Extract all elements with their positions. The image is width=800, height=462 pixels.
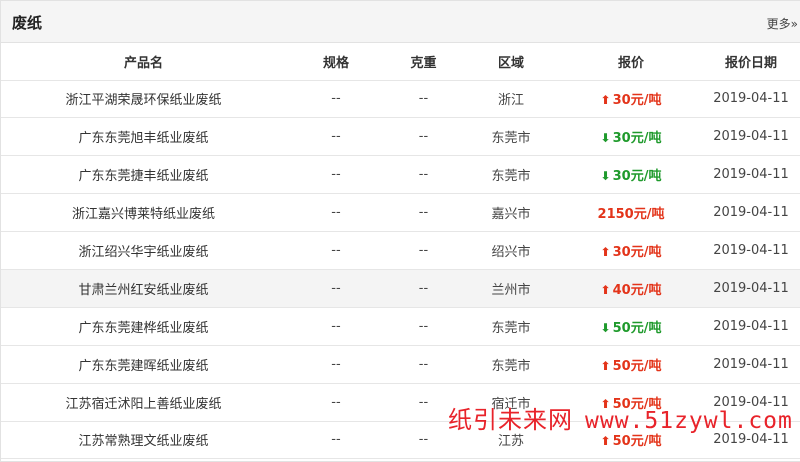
region-cell: 东莞市 xyxy=(461,345,561,384)
date-cell: 2019-04-11 xyxy=(701,80,800,119)
product-name-cell[interactable]: 广东东莞捷丰纸业废纸 xyxy=(1,155,286,195)
spec-cell: -- xyxy=(286,155,386,195)
price-value: 50元/吨 xyxy=(612,358,662,374)
price-value: 30元/吨 xyxy=(612,245,662,260)
price-cell: ⬆ 40元/吨 xyxy=(561,269,701,308)
spec-cell: -- xyxy=(286,117,386,157)
weight-cell: -- xyxy=(386,231,461,270)
price-cell: ⬆ 30元/吨 xyxy=(561,80,701,119)
price-cell: ⬇ 30元/吨 xyxy=(561,117,701,157)
table-row[interactable]: 广东东莞捷丰纸业废纸 -- -- 东莞市 ⬇ 30元/吨 2019-04-11 xyxy=(1,155,800,195)
spec-cell: -- xyxy=(286,269,386,308)
arrow-down-icon: ⬇ xyxy=(600,169,611,184)
arrow-up-icon: ⬆ xyxy=(600,282,611,297)
arrow-down-icon: ⬇ xyxy=(600,131,611,146)
region-cell: 绍兴市 xyxy=(461,231,561,270)
date-cell: 2019-04-11 xyxy=(701,193,800,233)
region-cell: 浙江 xyxy=(461,80,561,119)
weight-cell: -- xyxy=(386,307,461,346)
column-header-region: 区域 xyxy=(461,43,561,81)
price-value: 50元/吨 xyxy=(612,434,662,450)
watermark: 纸引未来网 www.51zywl.com xyxy=(448,400,793,435)
arrow-up-icon: ⬆ xyxy=(600,93,611,108)
table-row[interactable]: 浙江绍兴华宇纸业废纸 -- -- 绍兴市 ⬆ 30元/吨 2019-04-11 xyxy=(1,231,800,270)
panel-title: 废纸 xyxy=(12,14,43,32)
column-header-spec: 规格 xyxy=(286,43,386,81)
product-name-cell[interactable]: 浙江嘉兴博莱特纸业废纸 xyxy=(1,193,286,233)
date-cell: 2019-04-11 xyxy=(701,155,800,195)
table-row[interactable]: 甘肃兰州红安纸业废纸 -- -- 兰州市 ⬆ 40元/吨 2019-04-11 xyxy=(1,269,800,308)
region-cell: 东莞市 xyxy=(461,155,561,195)
table-row[interactable]: 浙江嘉兴博莱特纸业废纸 -- -- 嘉兴市 2150元/吨 2019-04-11 xyxy=(1,193,800,233)
spec-cell: -- xyxy=(286,383,386,422)
arrow-up-icon: ⬆ xyxy=(600,434,611,449)
spec-cell: -- xyxy=(286,231,386,270)
weight-cell: -- xyxy=(386,345,461,384)
price-cell: ⬇ 50元/吨 xyxy=(561,307,701,346)
watermark-site-name: 纸引未来网 xyxy=(448,406,573,434)
price-cell: ⬆ 30元/吨 xyxy=(561,231,701,270)
price-cell: ⬇ 30元/吨 xyxy=(561,155,701,195)
price-value: 30元/吨 xyxy=(612,169,662,185)
weight-cell: -- xyxy=(386,269,461,308)
product-name-cell[interactable]: 江苏常熟理文纸业废纸 xyxy=(1,421,286,460)
date-cell: 2019-04-11 xyxy=(701,307,800,346)
more-link[interactable]: 更多» xyxy=(767,15,798,32)
region-cell: 兰州市 xyxy=(461,269,561,308)
price-value: 30元/吨 xyxy=(612,131,662,147)
table-row[interactable]: 广东东莞旭丰纸业废纸 -- -- 东莞市 ⬇ 30元/吨 2019-04-11 xyxy=(1,117,800,157)
price-value: 2150元/吨 xyxy=(597,207,665,223)
table-row[interactable]: 广东东莞建晖纸业废纸 -- -- 东莞市 ⬆ 50元/吨 2019-04-11 xyxy=(1,345,800,384)
region-cell: 东莞市 xyxy=(461,117,561,157)
panel-header: 废纸 更多» xyxy=(1,1,800,43)
date-cell: 2019-04-11 xyxy=(701,117,800,157)
product-name-cell[interactable]: 广东东莞旭丰纸业废纸 xyxy=(1,117,286,157)
date-cell: 2019-04-11 xyxy=(701,269,800,308)
region-cell: 东莞市 xyxy=(461,307,561,346)
price-table: 产品名 规格 克重 区域 报价 报价日期 浙江平湖荣晟环保纸业废纸 -- -- 浙江 ⬆… xyxy=(1,43,800,460)
column-header-date: 报价日期 xyxy=(701,43,800,81)
spec-cell: -- xyxy=(286,421,386,460)
table-row[interactable]: 浙江平湖荣晟环保纸业废纸 -- -- 浙江 ⬆ 30元/吨 2019-04-11 xyxy=(1,80,800,119)
watermark-url: www.51zywl.com xyxy=(585,408,793,434)
weight-cell: -- xyxy=(386,80,461,119)
weight-cell: -- xyxy=(386,193,461,233)
column-header-price: 报价 xyxy=(561,43,701,81)
arrow-down-icon: ⬇ xyxy=(600,320,611,335)
arrow-up-icon: ⬆ xyxy=(600,245,611,259)
weight-cell: -- xyxy=(386,117,461,157)
weight-cell: -- xyxy=(386,155,461,195)
spec-cell: -- xyxy=(286,345,386,384)
price-cell: ⬆ 50元/吨 xyxy=(561,345,701,384)
price-value: 50元/吨 xyxy=(612,320,662,336)
date-cell: 2019-04-11 xyxy=(701,345,800,384)
product-name-cell[interactable]: 江苏宿迁沭阳上善纸业废纸 xyxy=(1,383,286,422)
price-cell: 2150元/吨 xyxy=(561,193,701,233)
region-cell: 嘉兴市 xyxy=(461,193,561,233)
column-header-weight: 克重 xyxy=(386,43,461,81)
spec-cell: -- xyxy=(286,80,386,119)
spec-cell: -- xyxy=(286,307,386,346)
waste-paper-panel: 废纸 更多» 产品名 规格 克重 区域 报价 报价日期 浙江平湖荣晟环保纸业废纸… xyxy=(0,0,800,462)
spec-cell: -- xyxy=(286,193,386,233)
table-row[interactable]: 广东东莞建桦纸业废纸 -- -- 东莞市 ⬇ 50元/吨 2019-04-11 xyxy=(1,307,800,346)
product-name-cell[interactable]: 浙江绍兴华宇纸业废纸 xyxy=(1,231,286,270)
price-value: 40元/吨 xyxy=(612,282,662,298)
product-name-cell[interactable]: 广东东莞建桦纸业废纸 xyxy=(1,307,286,346)
product-name-cell[interactable]: 浙江平湖荣晟环保纸业废纸 xyxy=(1,80,286,119)
table-header-row: 产品名 规格 克重 区域 报价 报价日期 xyxy=(1,43,800,81)
product-name-cell[interactable]: 甘肃兰州红安纸业废纸 xyxy=(1,269,286,308)
date-cell: 2019-04-11 xyxy=(701,231,800,270)
arrow-up-icon: ⬆ xyxy=(600,358,611,373)
product-name-cell[interactable]: 广东东莞建晖纸业废纸 xyxy=(1,345,286,384)
price-value: 30元/吨 xyxy=(612,93,662,109)
column-header-product: 产品名 xyxy=(1,43,286,81)
